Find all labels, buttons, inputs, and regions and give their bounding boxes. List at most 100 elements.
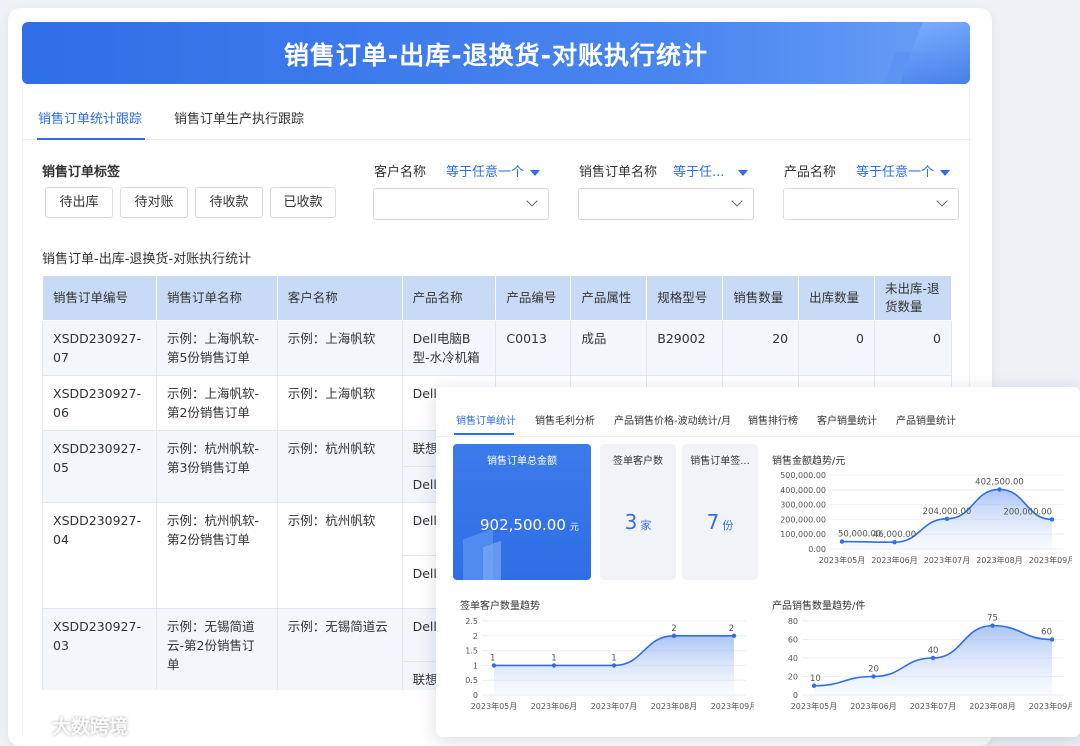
y-tick-label: 2.5 <box>465 617 478 626</box>
column-header[interactable]: 产品属性 <box>570 275 648 321</box>
tab-sales-order-tracking[interactable]: 销售订单统计跟踪 <box>38 108 142 127</box>
tag-button-pending-reconcile[interactable]: 待对账 <box>120 187 188 218</box>
dash-tab-gross-profit[interactable]: 销售毛利分析 <box>535 412 595 427</box>
table-row[interactable]: XSDD230927-07 示例：上海帆软-第5份销售订单 示例：上海帆软 De… <box>42 320 952 376</box>
table-cell: 示例：上海帆软 <box>276 320 403 376</box>
page-banner: 销售订单-出库-退换货-对账执行统计 <box>22 22 970 84</box>
data-label: 10 <box>810 674 821 684</box>
table-title: 销售订单-出库-退换货-对账执行统计 <box>42 252 252 267</box>
tag-button-pending-outbound[interactable]: 待出库 <box>45 187 113 218</box>
kpi-number: 902,500.00 <box>480 516 566 534</box>
amount-trend-chart: 0.00 100,000.00 200,000.00 300,000.00 400,00… <box>780 471 1072 565</box>
table-cell: 20 <box>722 320 800 376</box>
y-tick-label: 1.5 <box>465 647 478 656</box>
product-operator-text: 等于任意一个 <box>856 165 935 180</box>
column-header[interactable]: 销售订单编号 <box>42 275 157 321</box>
table-cell: XSDD230927-06 <box>42 375 157 431</box>
table-cell: C0013 <box>495 320 572 376</box>
kpi-decoration <box>483 540 501 580</box>
tag-filter-label: 销售订单标签 <box>42 165 121 180</box>
y-tick-label: 20 <box>788 673 798 682</box>
data-label: 75 <box>987 614 998 624</box>
table-header-row: 销售订单编号 销售订单名称 客户名称 产品名称 产品编号 产品属性 规格型号 销… <box>42 275 952 321</box>
dash-tab-product-sales[interactable]: 产品销量统计 <box>896 412 956 427</box>
table-cell: B29002 <box>646 320 724 376</box>
y-tick-label: 100,000.00 <box>780 530 826 539</box>
column-header[interactable]: 产品编号 <box>495 275 572 321</box>
x-tick-label: 2023年06月 <box>531 701 578 711</box>
data-point <box>671 633 677 638</box>
kpi-title: 签单客户数 <box>613 456 663 467</box>
table-cell: 示例：上海帆软-第2份销售订单 <box>155 375 278 431</box>
y-tick-label: 200,000.00 <box>780 515 826 524</box>
data-label: 204,000.00 <box>923 507 972 517</box>
dash-tab-order-stats[interactable]: 销售订单统计 <box>456 412 516 427</box>
amount-chart-title: 销售金额趋势/元 <box>772 456 846 467</box>
y-tick-label: 0.00 <box>808 545 826 554</box>
order-name-filter-operator[interactable]: 等于任... <box>673 161 749 180</box>
table-cell: XSDD230927-05 <box>42 430 157 503</box>
data-label: 1 <box>611 653 616 663</box>
data-point <box>871 674 876 679</box>
y-tick-label: 0 <box>473 691 478 700</box>
y-tick-label: 500,000.00 <box>780 471 826 480</box>
kpi-value: 902,500.00 元 <box>480 516 579 534</box>
tag-button-pending-payment[interactable]: 待收款 <box>195 187 263 218</box>
table-cell: 示例：杭州帆软-第2份销售订单 <box>155 502 278 609</box>
kpi-unit: 元 <box>569 523 579 533</box>
product-select[interactable] <box>783 188 959 220</box>
data-point <box>839 539 845 544</box>
column-header[interactable]: 销售数量 <box>722 275 800 321</box>
x-tick-label: 2023年05月 <box>819 555 866 565</box>
column-header[interactable]: 销售订单名称 <box>155 275 278 321</box>
series-area <box>814 625 1052 695</box>
data-label: 46,000.00 <box>873 530 916 540</box>
kpi-value: 3家 <box>600 510 676 534</box>
watermark-text: 大数跨境 <box>52 716 129 738</box>
column-header[interactable]: 客户名称 <box>276 275 403 321</box>
y-tick-label: 60 <box>788 636 798 645</box>
table-cell: 示例：杭州帆软 <box>276 502 403 609</box>
dash-tab-ranking[interactable]: 销售排行榜 <box>748 412 798 427</box>
qty-chart-title: 产品销售数量趋势/件 <box>772 601 866 612</box>
order-name-select[interactable] <box>578 188 754 220</box>
column-header[interactable]: 产品名称 <box>401 275 497 321</box>
x-tick-label: 2023年08月 <box>976 555 1023 565</box>
dash-tab-customer-sales[interactable]: 客户销量统计 <box>817 412 877 427</box>
table-cell: 0 <box>874 320 952 376</box>
product-filter-operator[interactable]: 等于任意一个 <box>856 161 951 180</box>
data-point <box>491 663 497 668</box>
watermark: 大数跨境 <box>10 712 128 739</box>
table-cell: 示例：无锡简道云-第2份销售订单 <box>155 608 278 690</box>
x-tick-label: 2023年05月 <box>471 701 518 711</box>
tab-production-tracking[interactable]: 销售订单生产执行跟踪 <box>174 108 304 127</box>
customer-select[interactable] <box>373 188 549 220</box>
column-header[interactable]: 规格型号 <box>646 275 724 321</box>
order-name-operator-text: 等于任... <box>673 165 725 180</box>
y-tick-label: 300,000.00 <box>780 501 826 510</box>
table-cell: XSDD230927-07 <box>42 320 157 376</box>
customer-filter-operator[interactable]: 等于任意一个 <box>446 161 541 180</box>
chevron-down-icon <box>936 195 948 207</box>
x-tick-label: 2023年08月 <box>651 701 698 711</box>
column-header[interactable]: 出库数量 <box>798 275 875 321</box>
table-cell: 示例：上海帆软-第5份销售订单 <box>155 320 278 376</box>
customer-chart-title: 签单客户数量趋势 <box>460 601 540 612</box>
customer-trend-chart: 0 0.5 1 1.5 2 2.5 2023年05月 2023年06月 2023年07月 2023… <box>465 617 754 711</box>
data-point <box>811 683 817 688</box>
data-point <box>997 487 1002 492</box>
chevron-down-icon <box>731 195 743 207</box>
data-point <box>611 663 617 668</box>
column-header[interactable]: 未出库-退货数量 <box>874 275 952 321</box>
y-tick-label: 400,000.00 <box>780 486 826 495</box>
kpi-title: 销售订单总金额 <box>487 456 557 467</box>
table-cell: 示例：杭州帆软 <box>276 430 403 503</box>
x-tick-label: 2023年09月 <box>1029 701 1072 711</box>
x-tick-label: 2023年09月 <box>711 701 754 711</box>
kpi-order-count: 销售订单签... 7份 <box>682 444 758 580</box>
dash-tab-price-fluctuation[interactable]: 产品销售价格-波动统计/月 <box>614 412 731 427</box>
caret-down-icon <box>940 169 951 176</box>
tag-button-paid[interactable]: 已收款 <box>270 187 336 218</box>
data-point <box>1049 637 1055 642</box>
y-tick-label: 0 <box>793 691 798 700</box>
